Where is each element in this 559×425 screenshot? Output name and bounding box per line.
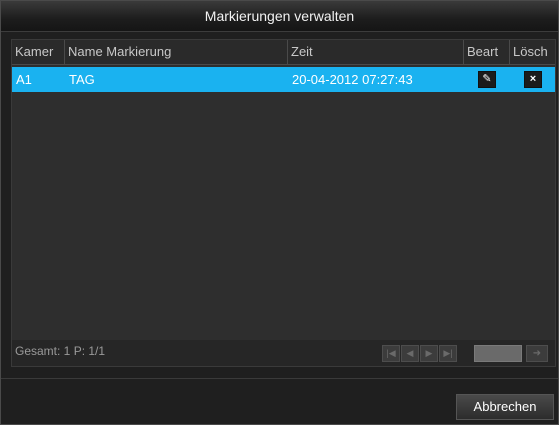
dialog-title: Markierungen verwalten bbox=[1, 1, 558, 32]
last-page-icon[interactable]: ▶| bbox=[439, 345, 457, 362]
close-icon[interactable]: × bbox=[524, 71, 542, 88]
cancel-button[interactable]: Abbrechen bbox=[456, 394, 554, 420]
table-row[interactable]: A1 TAG 20-04-2012 07:27:43 ✎ × bbox=[12, 67, 555, 92]
column-header-camera[interactable]: Kamer bbox=[12, 40, 65, 64]
pager-controls: |◀ ◀ ▶ ▶| bbox=[382, 345, 457, 362]
pencil-icon[interactable]: ✎ bbox=[478, 71, 496, 88]
column-header-name[interactable]: Name Markierung bbox=[65, 40, 288, 64]
go-arrow-icon[interactable]: ➜ bbox=[526, 345, 548, 362]
column-header-delete[interactable]: Lösch bbox=[510, 40, 555, 64]
cell-delete: × bbox=[510, 67, 555, 92]
pagination-bar: Gesamt: 1 P: 1/1 |◀ ◀ ▶ ▶| ➜ bbox=[12, 340, 555, 366]
divider bbox=[1, 378, 558, 379]
manage-markers-dialog: Markierungen verwalten Kamer Name Markie… bbox=[0, 0, 559, 425]
markers-table: Kamer Name Markierung Zeit Beart Lösch A… bbox=[11, 39, 556, 367]
first-page-icon[interactable]: |◀ bbox=[382, 345, 400, 362]
cell-camera: A1 bbox=[16, 72, 32, 87]
page-number-input[interactable] bbox=[474, 345, 522, 362]
table-header: Kamer Name Markierung Zeit Beart Lösch bbox=[12, 40, 555, 65]
next-page-icon[interactable]: ▶ bbox=[420, 345, 438, 362]
cell-time: 20-04-2012 07:27:43 bbox=[292, 72, 413, 87]
total-count: Gesamt: 1 P: 1/1 bbox=[15, 344, 106, 358]
column-header-time[interactable]: Zeit bbox=[288, 40, 464, 64]
cell-edit: ✎ bbox=[464, 67, 510, 92]
column-header-edit[interactable]: Beart bbox=[464, 40, 510, 64]
previous-page-icon[interactable]: ◀ bbox=[401, 345, 419, 362]
cell-marker-name: TAG bbox=[69, 72, 95, 87]
